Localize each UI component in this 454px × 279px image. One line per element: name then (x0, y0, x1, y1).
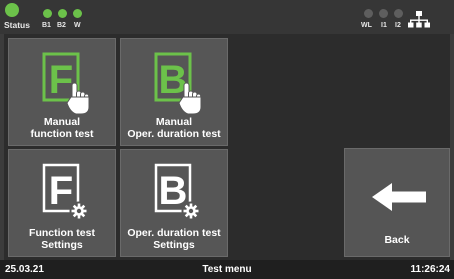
status-led (5, 3, 19, 17)
function-test-settings-icon: F (42, 163, 89, 221)
b2-led (58, 9, 67, 18)
i2-label: I2 (395, 22, 401, 29)
w-label: W (74, 22, 81, 29)
duration-test-touch-icon: B (154, 52, 202, 115)
status-label: Status (4, 20, 30, 30)
function-test-settings-button[interactable]: F Function test Settings (8, 149, 116, 257)
network-icon (408, 11, 430, 28)
svg-text:F: F (49, 169, 73, 213)
duration-test-settings-icon: B (154, 163, 201, 221)
b2-label: B2 (57, 22, 66, 29)
w-led (73, 9, 82, 18)
back-label: Back (384, 234, 410, 246)
manual-oper-duration-test-button[interactable]: B Manual Oper. duration test (120, 38, 228, 146)
i1-label: I1 (381, 22, 387, 29)
function-test-touch-icon: F (42, 52, 90, 115)
time-display: 11:26:24 (410, 264, 450, 275)
manual-function-test-button[interactable]: F Manual function test (8, 38, 116, 146)
tile-label-line1: Function test (29, 227, 95, 239)
tile-label-line2: function test (30, 128, 94, 140)
i1-led (379, 9, 388, 18)
svg-text:B: B (159, 58, 188, 102)
bottom-bar: 25.03.21 Test menu 11:26:24 (0, 260, 454, 279)
status-bar: Status B1 B2 W WL I1 I2 (0, 0, 454, 34)
wl-led (364, 9, 373, 18)
svg-text:F: F (49, 58, 73, 102)
tile-label-line1: Oper. duration test (127, 227, 221, 239)
tile-label-line2: Settings (41, 239, 83, 251)
b1-led (43, 9, 52, 18)
oper-duration-test-settings-button[interactable]: B Oper. duration test Settings (120, 149, 228, 257)
menu-area: F Manual function test B Manual Oper. du… (4, 34, 450, 260)
i2-led (394, 9, 403, 18)
gear-icon (181, 201, 201, 221)
screen-title: Test menu (202, 264, 252, 275)
gear-icon (69, 201, 89, 221)
tile-label-line2: Settings (153, 239, 195, 251)
tile-label-line2: Oper. duration test (127, 128, 221, 140)
b1-label: B1 (42, 22, 51, 29)
tile-label-line1: Manual (155, 116, 193, 128)
arrow-left-icon (372, 183, 426, 211)
tile-label-line1: Manual (43, 116, 81, 128)
back-button[interactable]: Back (344, 148, 450, 257)
wl-label: WL (361, 22, 372, 29)
